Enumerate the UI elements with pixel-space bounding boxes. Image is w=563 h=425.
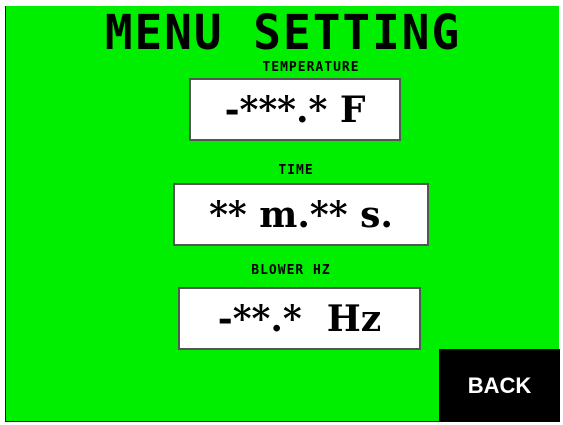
time-label: TIME: [278, 163, 314, 178]
time-value[interactable]: ** m.** s.: [173, 183, 429, 246]
temperature-label: TEMPERATURE: [262, 60, 360, 75]
back-button[interactable]: BACK: [439, 349, 560, 422]
hmi-screen: MENU SETTING TEMPERATURE -***.* F TIME *…: [5, 3, 560, 422]
page-title: MENU SETTING: [104, 3, 462, 61]
blower-hz-label: BLOWER HZ: [251, 263, 331, 278]
temperature-value[interactable]: -***.* F: [189, 78, 401, 141]
blower-hz-value[interactable]: -**.* Hz: [178, 287, 421, 350]
